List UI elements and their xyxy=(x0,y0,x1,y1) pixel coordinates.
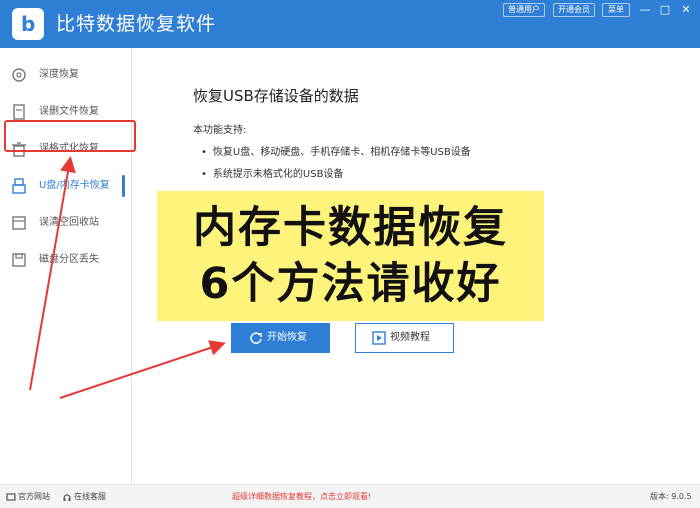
sidebar-item-label: 深度恢复 xyxy=(39,69,79,80)
video-tutorial-label: 视频教程 xyxy=(390,332,430,343)
app-title: 比特数据恢复软件 xyxy=(56,13,217,35)
refresh-icon xyxy=(12,68,26,82)
close-button[interactable]: ✕ xyxy=(677,2,695,18)
refresh-icon xyxy=(250,332,262,344)
caption-line-2: 6个方法请收好 xyxy=(199,259,502,309)
version-label: 版本: 9.0.5 xyxy=(650,492,692,501)
sidebar-item-label: U盘/内存卡恢复 xyxy=(39,180,110,191)
recycle-bin-icon xyxy=(12,216,26,230)
feature-bullet: 系统提示未格式化的USB设备 xyxy=(201,168,344,182)
app-logo: b xyxy=(12,8,44,40)
start-recovery-button[interactable]: 开始恢复 xyxy=(231,323,330,353)
video-tutorial-button[interactable]: 视频教程 xyxy=(355,323,454,353)
start-recovery-label: 开始恢复 xyxy=(267,332,307,343)
sidebar-item-label: 误删文件恢复 xyxy=(39,106,99,117)
sidebar-item-usb-card[interactable]: U盘/内存卡恢复 xyxy=(0,169,131,203)
online-help-link[interactable]: 在线客服 xyxy=(74,485,106,508)
disk-icon xyxy=(12,253,26,267)
usb-icon xyxy=(12,178,26,194)
minimize-button[interactable]: — xyxy=(636,2,654,18)
sidebar-item-partition-lost[interactable]: 磁盘分区丢失 xyxy=(0,243,131,277)
feature-bullet: 恢复U盘、移动硬盘、手机存储卡、相机存储卡等USB设备 xyxy=(201,146,471,160)
sidebar-item-deep-recovery[interactable]: 深度恢复 xyxy=(0,58,131,92)
menu-button[interactable]: 菜单 xyxy=(602,3,630,17)
sidebar-item-label: 磁盘分区丢失 xyxy=(39,254,99,265)
home-icon xyxy=(6,493,16,501)
promo-link[interactable]: 超级详细数据恢复教程，点击立即观看! xyxy=(232,485,371,508)
caption-overlay: 内存卡数据恢复 6个方法请收好 xyxy=(157,191,544,321)
sidebar: 深度恢复 误删文件恢复 误格式化恢复 U盘/内存卡恢复 误清空回收站 磁盘分区丢… xyxy=(0,48,132,484)
page-title: 恢复USB存储设备的数据 xyxy=(193,87,359,105)
user-type-button[interactable]: 普通用户 xyxy=(503,3,545,17)
official-website-link[interactable]: 官方网站 xyxy=(18,485,50,508)
open-member-button[interactable]: 开通会员 xyxy=(553,3,595,17)
title-bar: b 比特数据恢复软件 普通用户 开通会员 菜单 — □ ✕ xyxy=(0,0,700,48)
maximize-button[interactable]: □ xyxy=(656,2,674,18)
file-icon xyxy=(13,104,25,120)
active-indicator xyxy=(122,175,125,197)
sidebar-item-label: 误清空回收站 xyxy=(39,217,99,228)
logo-letter: b xyxy=(21,12,36,36)
highlight-box xyxy=(4,120,136,152)
status-bar: 官方网站 在线客服 超级详细数据恢复教程，点击立即观看! 版本: 9.0.5 xyxy=(0,484,700,508)
headset-icon xyxy=(63,494,71,501)
play-icon xyxy=(372,331,386,345)
feature-intro: 本功能支持: xyxy=(193,125,247,136)
caption-line-1: 内存卡数据恢复 xyxy=(193,203,508,253)
sidebar-item-recycle-bin[interactable]: 误清空回收站 xyxy=(0,206,131,240)
